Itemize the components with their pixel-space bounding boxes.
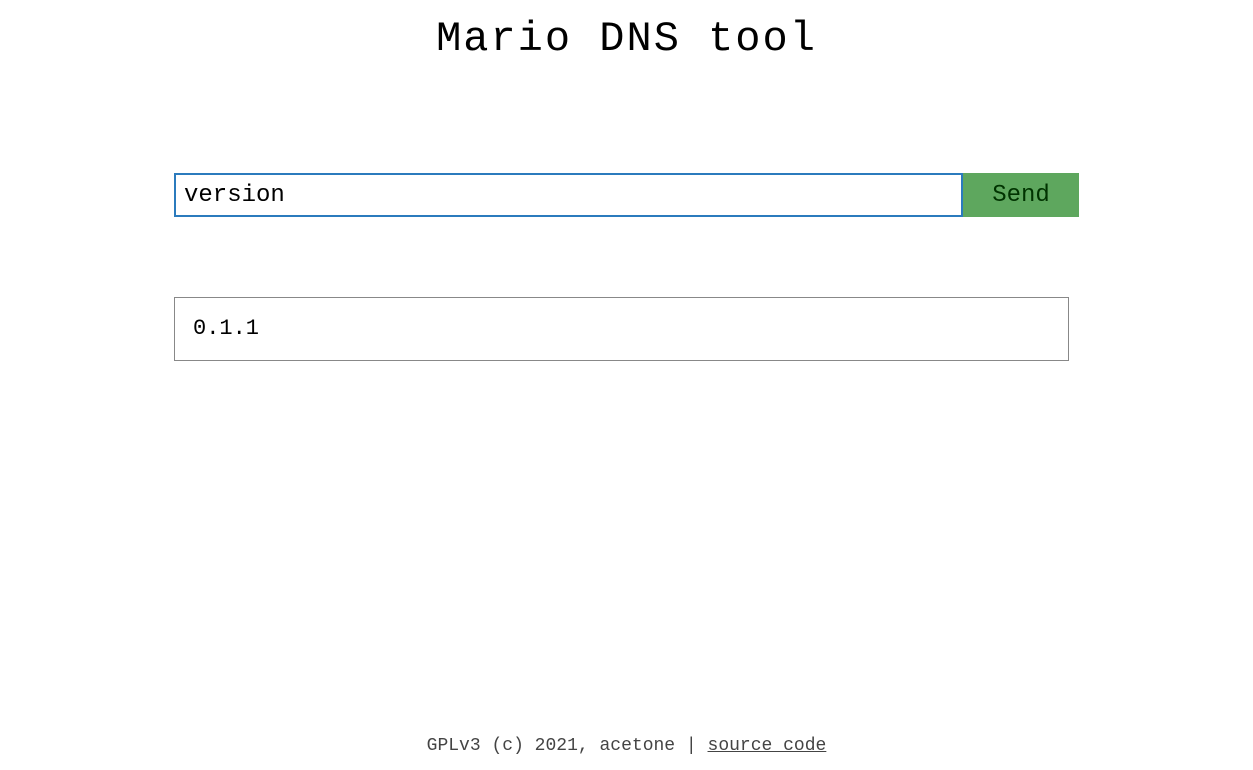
query-input[interactable] [174, 173, 963, 217]
footer: GPLv3 (c) 2021, acetone | source code [0, 736, 1253, 756]
result-output: 0.1.1 [174, 297, 1069, 361]
send-button[interactable]: Send [963, 173, 1079, 217]
query-form: Send [174, 173, 1079, 217]
page-title: Mario DNS tool [436, 15, 817, 63]
footer-license: GPLv3 (c) 2021, acetone | [427, 736, 708, 756]
source-code-link[interactable]: source code [708, 736, 827, 756]
